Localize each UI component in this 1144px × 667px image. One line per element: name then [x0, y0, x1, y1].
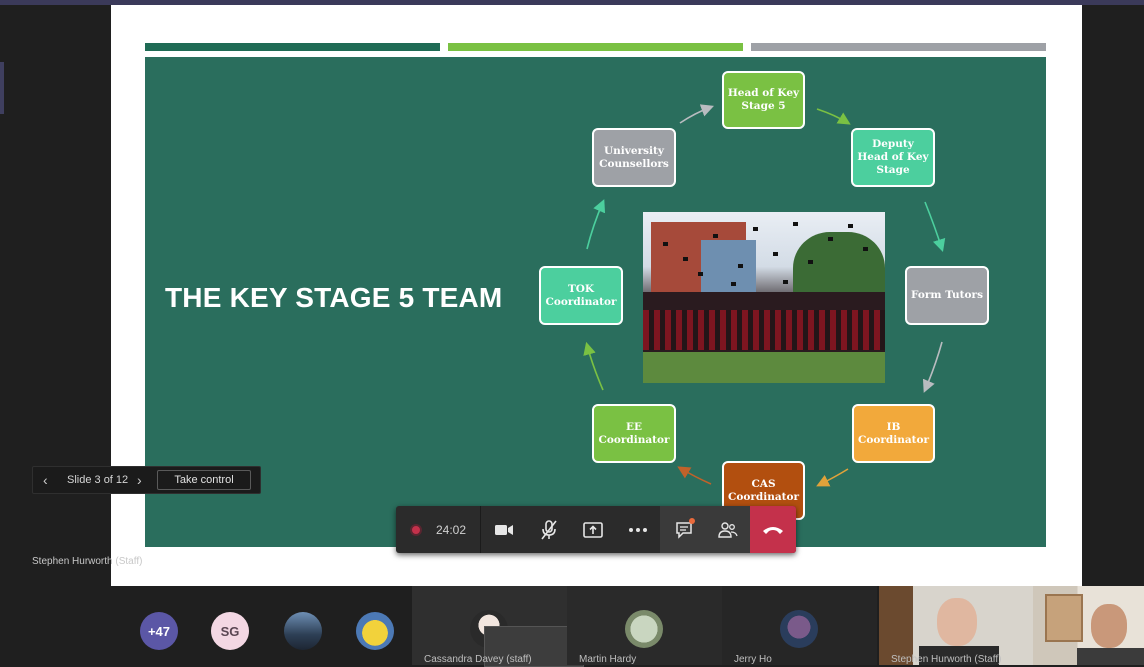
participant-name: Jerry Ho [734, 654, 772, 665]
org-node-deputy-head: Deputy Head of Key Stage [851, 128, 935, 187]
wall-picture [1045, 594, 1083, 642]
slide-counter: Slide 3 of 12 [67, 474, 129, 486]
org-node-label: Deputy Head of Key Stage [857, 138, 929, 176]
participant-video-tile[interactable]: Cassandra Davey (staff) [412, 586, 584, 667]
participants-button[interactable] [715, 517, 741, 543]
left-accent [0, 62, 4, 114]
avatar-initials: SG [220, 623, 240, 639]
org-node-ee-coordinator: EE Coordinator [592, 404, 676, 463]
arrow-univ-to-head [679, 104, 714, 124]
org-node-form-tutors: Form Tutors [905, 266, 989, 325]
arrow-form-to-ib [922, 341, 943, 393]
toolbar-divider [480, 506, 481, 553]
participant-video-tile[interactable] [1033, 586, 1144, 665]
participant-name: Stephen Hurworth (Staff) [891, 654, 1002, 665]
participants-icon [718, 522, 738, 538]
participant-video-tile[interactable]: Jerry Ho [722, 586, 877, 665]
chevron-right-icon[interactable]: › [137, 472, 142, 488]
participant-name: Martin Hardy [579, 654, 637, 665]
camera-button[interactable] [491, 517, 517, 543]
camera-icon [495, 525, 513, 535]
call-timer: 24:02 [436, 523, 467, 537]
org-node-label: EE Coordinator [598, 420, 670, 446]
more-options-button[interactable] [625, 517, 651, 543]
arrow-ib-to-cas [816, 468, 849, 487]
arrow-ee-to-tok [583, 341, 604, 391]
slide-navigation: ‹ Slide 3 of 12 › Take control [32, 466, 261, 494]
org-node-label: CAS Coordinator [727, 477, 800, 503]
avatar-photo[interactable] [284, 612, 322, 650]
arrow-cas-to-ee [677, 466, 712, 485]
share-tray-icon [583, 522, 603, 538]
participant-video-tile[interactable]: Martin Hardy [567, 586, 722, 665]
more-icon [629, 528, 647, 532]
hang-up-icon [763, 526, 783, 534]
take-control-button[interactable]: Take control [157, 470, 251, 490]
hang-up-button[interactable] [750, 506, 796, 553]
chat-button[interactable] [672, 517, 698, 543]
avatar-photo[interactable] [356, 612, 394, 650]
chat-notification-dot [689, 518, 695, 524]
arrow-tok-to-univ [586, 199, 606, 250]
header-stripe-gray [751, 43, 1046, 51]
org-node-label: Head of Key Stage 5 [727, 87, 800, 112]
org-node-tok-coordinator: TOK Coordinator [539, 266, 623, 325]
org-node-label: TOK Coordinator [545, 282, 617, 308]
org-node-ib-coordinator: IB Coordinator [852, 404, 935, 463]
participant-name: Cassandra Davey (staff) [424, 654, 532, 665]
record-icon [410, 524, 422, 536]
slide-title: THE KEY STAGE 5 TEAM [165, 282, 503, 313]
avatar-photo [625, 610, 663, 648]
arrow-deputy-to-form [924, 201, 946, 253]
share-tray-button[interactable] [580, 517, 606, 543]
org-node-label: Form Tutors [911, 289, 983, 301]
org-node-label: IB Coordinator [857, 420, 930, 446]
org-node-university-counsellors: University Counsellors [592, 128, 676, 187]
presenter-label: Stephen Hurworth (Staff) [32, 556, 143, 567]
participant-shirt [1077, 648, 1144, 665]
participant-video-tile[interactable]: Stephen Hurworth (Staff) [879, 586, 1033, 665]
org-node-head-of-key-stage: Head of Key Stage 5 [722, 71, 805, 129]
arrow-head-to-deputy [816, 108, 851, 125]
chevron-left-icon[interactable]: ‹ [43, 472, 48, 488]
avatar-overflow-count: +47 [147, 623, 171, 639]
avatar-photo [780, 610, 818, 648]
avatar-overflow[interactable]: +47 [140, 612, 178, 650]
graduation-photo [643, 212, 885, 383]
participant-face [937, 598, 977, 646]
mute-button[interactable] [536, 517, 562, 543]
org-node-label: University Counsellors [599, 144, 669, 170]
avatar[interactable]: SG [211, 612, 249, 650]
presentation-slide: THE KEY STAGE 5 TEAM Head of Key Stage 5… [145, 57, 1046, 547]
participant-face [1091, 604, 1127, 648]
call-toolbar: 24:02 [396, 506, 796, 553]
header-stripe-green-light [448, 43, 743, 51]
mic-off-icon [541, 520, 557, 540]
header-stripe-green-dark [145, 43, 440, 51]
